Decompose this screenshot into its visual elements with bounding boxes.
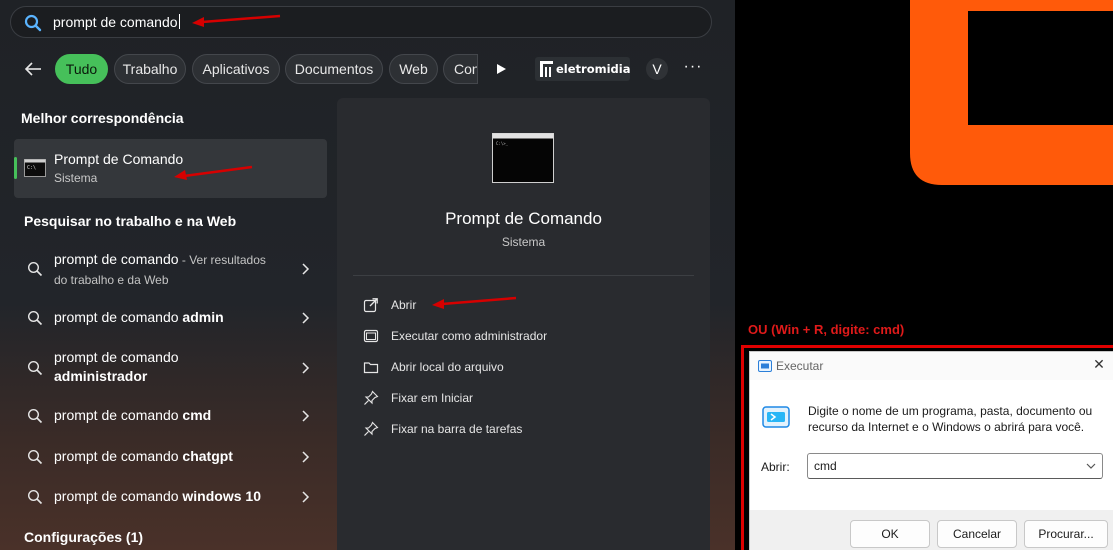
pin-icon [364,421,379,436]
pin-icon [364,390,379,405]
action-label: Abrir [391,298,417,312]
run-dialog-title: Executar [776,359,824,373]
settings-heading[interactable]: Configurações (1) [24,529,143,545]
web-result-item[interactable]: prompt de comando administrador [14,348,327,388]
result-text: prompt de comando [54,488,183,504]
result-suffix: - Ver resultados [178,253,266,267]
result-text: prompt de comando [54,448,183,464]
detail-subtitle: Sistema [501,235,546,249]
web-result-item[interactable]: prompt de comando - Ver resultados do tr… [14,248,327,292]
web-result-item[interactable]: prompt de comando cmd [14,405,327,427]
filter-tab-more[interactable]: Con [443,54,478,84]
result-text: prompt de comando [54,251,179,267]
action-label: Fixar em Iniciar [391,391,474,405]
search-icon [27,360,43,376]
open-command-value: cmd [814,459,837,473]
result-bold-text: administrador [54,368,148,384]
chevron-right-icon [302,263,310,275]
chevron-right-icon [302,491,310,503]
detail-title: Prompt de Comando [445,209,602,228]
action-label: Executar como administrador [391,329,548,343]
run-dialog: Executar ✕ Digite o nome de um programa,… [749,351,1113,550]
search-icon [27,310,43,326]
action-pin-to-taskbar[interactable]: Fixar na barra de tarefas [363,420,603,440]
close-icon[interactable]: ✕ [1092,357,1106,371]
result-text: prompt de comando [54,309,183,325]
web-result-item[interactable]: prompt de comando chatgpt [14,446,327,468]
windows-search-panel: prompt de comando Tudo Trabalho Aplicati… [0,0,735,550]
best-match-item[interactable]: C:\ Prompt de Comando Sistema [14,139,327,198]
run-icon [762,406,790,428]
alternative-instruction-label: OU (Win + R, digite: cmd) [748,322,905,337]
search-icon [27,261,43,277]
search-icon [27,489,43,505]
shield-icon [363,329,379,343]
web-search-heading: Pesquisar no trabalho e na Web [24,213,237,229]
organization-badge[interactable]: eletromidia [535,57,630,81]
filter-tab-all[interactable]: Tudo [55,54,108,84]
eletromidia-orange-logo [910,0,1113,185]
result-bold-text: chatgpt [182,448,233,464]
result-text: prompt de comando [54,349,179,365]
run-dialog-footer: OK Cancelar Procurar... [750,510,1113,550]
brand-label: eletromidia [556,62,631,76]
open-command-input[interactable]: cmd [807,453,1103,479]
result-text: prompt de comando [54,407,183,423]
detail-pane: C:\>_ Prompt de Comando Sistema Abrir Ex… [337,98,710,550]
web-result-item[interactable]: prompt de comando admin [14,307,327,329]
result-bold-text: cmd [182,407,212,423]
filter-tab-work[interactable]: Trabalho [114,54,186,84]
web-result-item[interactable]: prompt de comando windows 10 [14,486,327,508]
action-open-file-location[interactable]: Abrir local do arquivo [363,358,603,378]
svg-text:C:\: C:\ [27,165,36,171]
run-icon [758,360,772,372]
svg-text:C:\>_: C:\>_ [496,141,509,146]
run-dialog-description: Digite o nome de um programa, pasta, doc… [808,404,1093,434]
search-input[interactable]: prompt de comando [53,14,180,30]
chevron-right-icon [302,362,310,374]
open-external-icon [363,298,378,313]
command-prompt-icon: C:\>_ [492,133,554,183]
search-icon [24,14,42,32]
eletromidia-logo-icon [540,61,553,77]
result-bold-text: admin [182,309,224,325]
back-arrow-icon[interactable] [22,58,44,80]
action-open[interactable]: Abrir [363,296,563,316]
search-icon [27,408,43,424]
best-match-subtitle: Sistema [54,171,98,185]
result-bold-text: windows 10 [182,488,261,504]
chevron-right-icon [302,451,310,463]
ok-button[interactable]: OK [850,520,930,548]
search-icon [27,449,43,465]
filter-tab-apps[interactable]: Aplicativos [192,54,280,84]
avatar[interactable]: V [646,58,668,80]
divider [353,275,694,276]
play-icon[interactable] [494,62,508,76]
result-subtext: do trabalho e da Web [54,273,169,287]
run-dialog-title-bar[interactable]: Executar ✕ [750,352,1113,380]
action-run-as-admin[interactable]: Executar como administrador [363,327,623,347]
command-prompt-icon: C:\ [24,159,46,177]
action-pin-to-start[interactable]: Fixar em Iniciar [363,389,563,409]
best-match-heading: Melhor correspondência [21,110,184,126]
chevron-right-icon [302,410,310,422]
search-bar[interactable]: prompt de comando [10,6,712,38]
more-options-button[interactable]: ··· [682,58,704,80]
filter-tab-documents[interactable]: Documentos [285,54,383,84]
cancel-button[interactable]: Cancelar [937,520,1017,548]
action-label: Fixar na barra de tarefas [391,422,523,436]
best-match-title: Prompt de Comando [54,151,184,167]
chevron-down-icon[interactable] [1086,462,1096,470]
selection-indicator [14,157,17,179]
filter-tab-web[interactable]: Web [389,54,438,84]
action-label: Abrir local do arquivo [391,360,504,374]
chevron-right-icon [302,312,310,324]
browse-button[interactable]: Procurar... [1024,520,1108,548]
filter-bar: Tudo Trabalho Aplicativos Documentos Web… [0,54,735,84]
folder-icon [363,362,379,374]
open-field-label: Abrir: [761,460,790,474]
